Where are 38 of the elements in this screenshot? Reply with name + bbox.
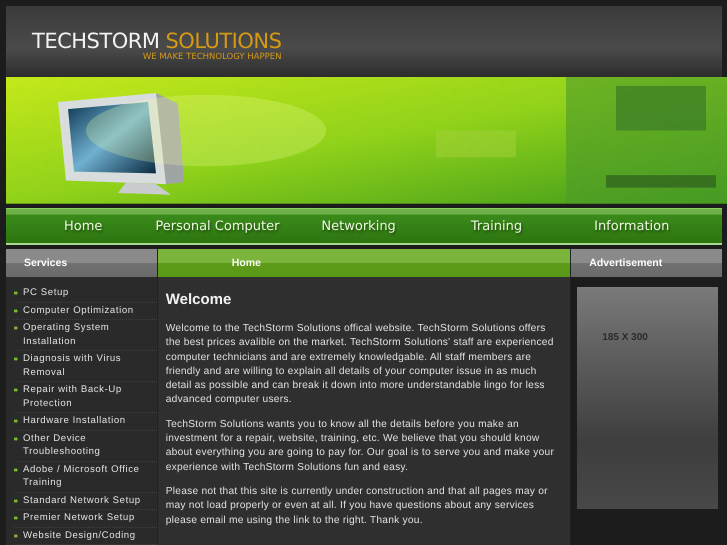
service-link[interactable]: Hardware Installation bbox=[23, 414, 126, 428]
arrow-bullet-icon bbox=[14, 516, 18, 520]
nav-link[interactable]: Personal Computer bbox=[155, 218, 280, 234]
column-header: Advertisement bbox=[571, 249, 722, 277]
arrow-bullet-icon bbox=[14, 468, 18, 472]
service-link[interactable]: Computer Optimization bbox=[23, 304, 134, 317]
arrow-bullet-icon bbox=[14, 436, 18, 440]
paragraph: Please not that this site is currently under construction and that all pages may or may not load properly or even at all. If you have questions about any services please email me using the link to the right. Thank you. bbox=[166, 484, 549, 528]
page-heading: Welcome bbox=[166, 291, 232, 308]
nav-link[interactable]: Training bbox=[470, 218, 522, 234]
logo-text: TECHSTORM bbox=[32, 29, 160, 54]
arrow-bullet-icon bbox=[14, 357, 18, 361]
service-link[interactable]: Adobe / Microsoft Office Training bbox=[23, 462, 157, 490]
service-link[interactable]: Diagnosis with Virus Removal bbox=[23, 352, 157, 379]
column-header: Services bbox=[6, 249, 157, 277]
nav-link[interactable]: Home bbox=[64, 218, 102, 234]
arrow-bullet-icon bbox=[14, 534, 18, 538]
arrow-bullet-icon bbox=[14, 419, 18, 423]
ad-size-label: 185 X 300 bbox=[602, 332, 648, 343]
paragraph: TechStorm Solutions wants you to know all the details before you make an investment for a repair, website, training, etc. We believe that you should know about everything you are going to pay for. Our goal is to serve you and make your experience with TechStorm Solutions fun and easy. bbox=[166, 418, 556, 475]
arrow-bullet-icon bbox=[14, 388, 18, 392]
service-link[interactable]: Website Design/Coding bbox=[23, 528, 136, 542]
arrow-bullet-icon bbox=[14, 308, 18, 312]
service-link[interactable]: Other Device Troubleshooting bbox=[23, 432, 157, 458]
tagline: WE MAKE TECHNOLOGY HAPPEN bbox=[142, 52, 282, 62]
service-link[interactable]: PC Setup bbox=[23, 286, 69, 300]
service-link[interactable]: Operating System Installation bbox=[23, 321, 157, 348]
arrow-bullet-icon bbox=[14, 498, 18, 502]
column-header: Home bbox=[158, 249, 570, 277]
service-link[interactable]: Repair with Back-Up Protection bbox=[23, 383, 157, 410]
paragraph: Welcome to the TechStorm Solutions offical website. TechStorm Solutions offers the best prices avalible on the market. TechStorm Solutions' staff are experienced computer technicians and are extremely knowledgable. All staff members are friendly and are willing to explain all details of your computer issue in as much detail as possible and can break it down into more understandable lingo for less advanced computer users. bbox=[166, 322, 555, 408]
service-link[interactable]: Premier Network Setup bbox=[23, 511, 135, 524]
arrow-bullet-icon bbox=[14, 326, 18, 330]
nav-link[interactable]: Networking bbox=[321, 218, 396, 234]
service-link[interactable]: Standard Network Setup bbox=[23, 494, 141, 507]
nav-link[interactable]: Information bbox=[594, 218, 670, 234]
arrow-bullet-icon bbox=[14, 291, 18, 295]
logo-text: SOLUTIONS bbox=[165, 29, 282, 54]
